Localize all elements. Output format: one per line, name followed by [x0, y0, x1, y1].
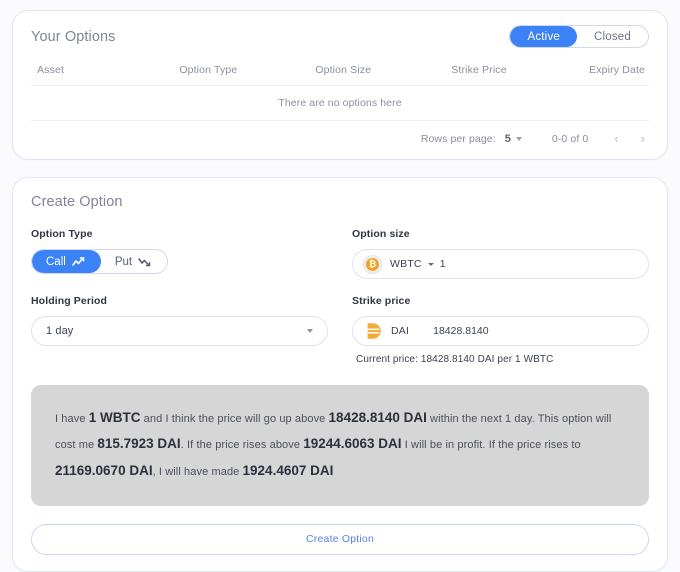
column-header-expiry-date: Expiry Date: [589, 64, 645, 76]
strike-price-token[interactable]: DAI: [391, 325, 409, 337]
options-table-header-row: Asset Option Type Option Size Strike Pri…: [31, 64, 649, 86]
wbtc-icon: ₿: [363, 254, 382, 274]
trend-down-icon: [138, 257, 153, 267]
summary-value-breakeven: 19244.6063 DAI: [303, 436, 402, 452]
summary-text-2: and I think the price will go up above: [140, 413, 329, 425]
chevron-down-icon[interactable]: [307, 329, 313, 333]
summary-value-cost: 815.7923 DAI: [97, 436, 181, 452]
call-label: Call: [46, 255, 66, 268]
column-header-option-type: Option Type: [179, 64, 238, 76]
option-type-label: Option Type: [31, 228, 93, 240]
option-summary-box: I have 1 WBTC and I think the price will…: [31, 385, 649, 506]
option-size-token[interactable]: WBTC: [390, 258, 422, 270]
put-button[interactable]: Put: [101, 250, 167, 273]
form-row-1: Option Type Call Put Option size ₿ WBTC …: [31, 228, 649, 279]
trend-up-icon: [72, 256, 87, 267]
option-size-field: Option size ₿ WBTC 1: [352, 228, 649, 279]
chevron-right-icon[interactable]: ›: [641, 132, 645, 145]
summary-value-profit: 1924.4607 DAI: [242, 462, 334, 478]
holding-period-label: Holding Period: [31, 295, 108, 307]
option-size-amount[interactable]: 1: [440, 258, 446, 270]
summary-value-target: 21169.0670 DAI: [55, 462, 153, 478]
option-size-input[interactable]: ₿ WBTC 1: [352, 249, 649, 279]
rows-per-page-label: Rows per page:: [420, 132, 496, 145]
column-header-option-size: Option Size: [315, 64, 372, 76]
pagination-range: 0-0 of 0: [551, 132, 589, 145]
column-header-asset: Asset: [37, 64, 65, 76]
your-options-card: Your Options Active Closed Asset Option …: [12, 10, 668, 160]
chevron-down-icon[interactable]: [427, 262, 434, 266]
chevron-left-icon[interactable]: ‹: [614, 132, 618, 145]
create-option-card: Create Option Option Type Call Put Optio…: [12, 177, 668, 572]
summary-text-4: . If the price rises above: [180, 439, 304, 452]
call-button[interactable]: Call: [32, 250, 101, 273]
option-type-field: Option Type Call Put: [31, 228, 328, 279]
summary-value-size: 1 WBTC: [88, 410, 141, 425]
put-label: Put: [114, 255, 133, 268]
strike-price-label: Strike price: [352, 295, 411, 307]
strike-price-field: Strike price DAI 18428.8140 Current pric…: [352, 295, 649, 365]
holding-period-field: Holding Period 1 day: [31, 295, 328, 365]
rows-per-page-value[interactable]: 5: [505, 133, 511, 145]
dai-icon: [363, 321, 383, 341]
holding-period-value: 1 day: [46, 325, 74, 337]
table-row-empty: There are no options here: [31, 85, 649, 121]
summary-text-5: I will be in profit. If the price rises …: [401, 439, 581, 452]
column-header-strike-price: Strike Price: [451, 64, 507, 76]
summary-text-1: I have: [55, 413, 89, 425]
create-option-title: Create Option: [31, 194, 123, 210]
filter-active-button[interactable]: Active: [510, 26, 577, 47]
holding-period-select[interactable]: 1 day: [31, 316, 328, 346]
chevron-down-icon[interactable]: [515, 136, 522, 141]
option-size-label: Option size: [352, 228, 410, 240]
options-filter-toggle[interactable]: Active Closed: [509, 25, 649, 48]
summary-value-strike: 18428.8140 DAI: [328, 410, 427, 425]
pagination-bar: Rows per page: 5 0-0 of 0 ‹ ›: [31, 121, 649, 149]
create-option-submit-button[interactable]: Create Option: [31, 523, 649, 555]
options-table: Asset Option Type Option Size Strike Pri…: [31, 64, 649, 121]
option-type-toggle[interactable]: Call Put: [31, 249, 169, 274]
strike-price-input[interactable]: DAI 18428.8140: [352, 316, 649, 346]
empty-state-message: There are no options here: [31, 85, 649, 121]
filter-closed-button[interactable]: Closed: [577, 26, 648, 47]
form-row-2: Holding Period 1 day Strike price DAI 18…: [31, 295, 649, 365]
your-options-header: Your Options Active Closed: [31, 25, 649, 48]
summary-text-6: , I will have made: [152, 465, 243, 478]
your-options-title: Your Options: [31, 28, 116, 45]
current-price-hint: Current price: 18428.8140 DAI per 1 WBTC: [356, 354, 554, 365]
strike-price-value[interactable]: 18428.8140: [433, 325, 488, 337]
